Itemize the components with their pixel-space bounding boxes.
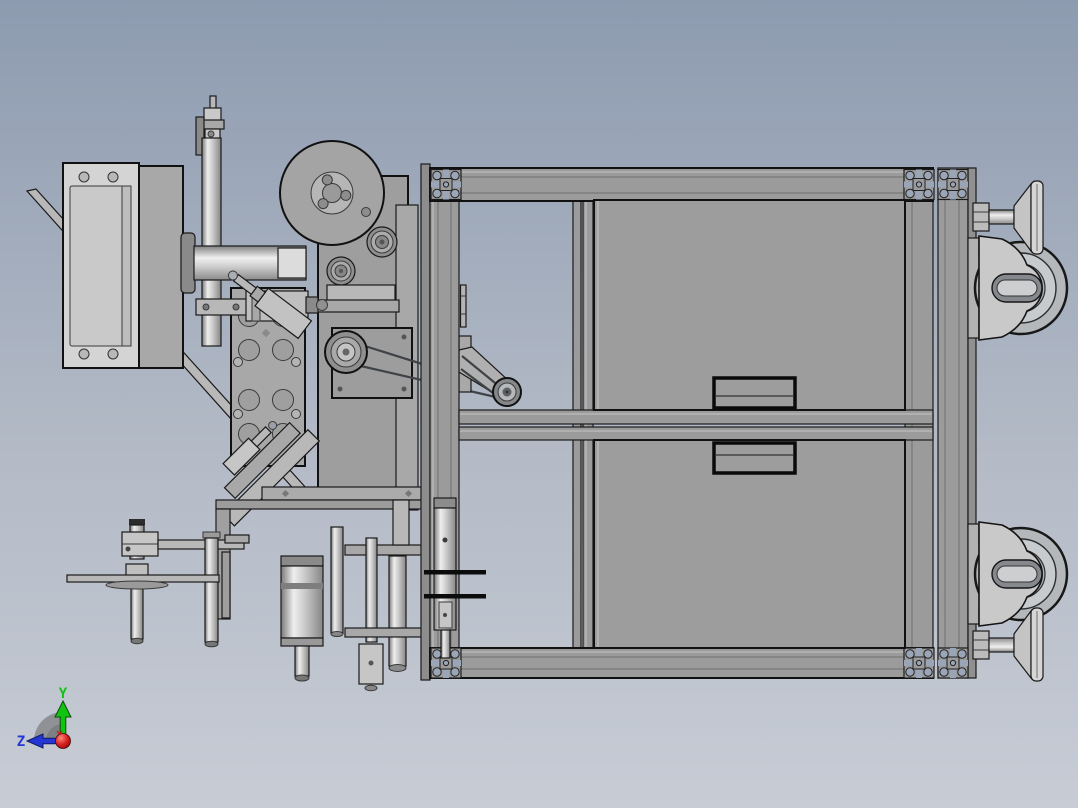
extrusion-cross-section	[937, 647, 969, 679]
idler-pulley	[492, 377, 522, 407]
bearing-upper	[366, 226, 398, 258]
z-axis-label: Z	[17, 734, 25, 750]
bearing-lower	[326, 256, 356, 286]
origin-ball	[55, 733, 71, 749]
extrusion-cross-section	[937, 168, 969, 201]
cad-viewport: Y Z	[0, 0, 1078, 808]
hinge	[459, 284, 467, 328]
door-handle-upper[interactable]	[712, 376, 797, 410]
extrusion-cross-section	[430, 168, 462, 201]
feed-reel-disc[interactable]	[279, 140, 385, 246]
extrusion-cross-section	[903, 168, 935, 201]
frame-rail-middle-b	[458, 426, 934, 441]
door-handle-lower[interactable]	[712, 441, 797, 475]
sensor-bar	[424, 570, 486, 575]
frame-rail-top	[429, 167, 934, 202]
y-axis-label: Y	[59, 686, 68, 702]
frame-rail-middle-a	[458, 409, 934, 425]
electrical-box[interactable]	[62, 162, 184, 369]
frame-post-right-outer	[937, 167, 969, 679]
sensor-bar	[424, 594, 486, 599]
extrusion-cross-section	[903, 647, 935, 679]
